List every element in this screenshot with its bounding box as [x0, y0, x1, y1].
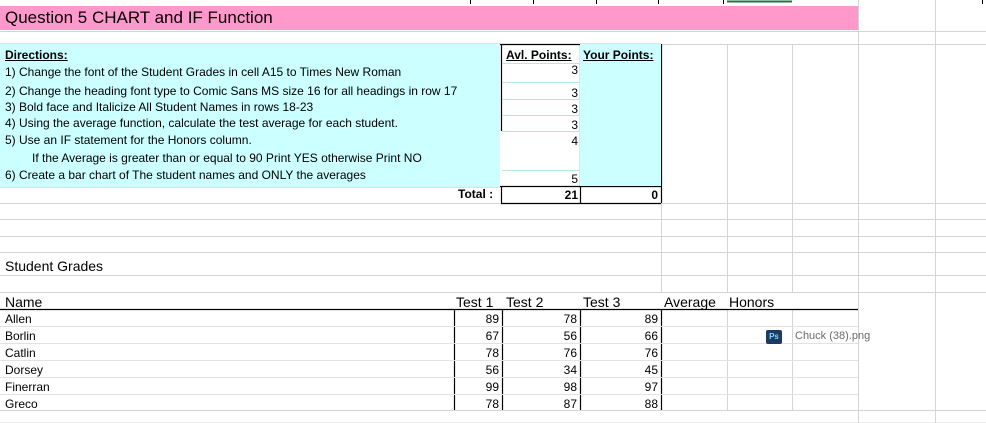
student-name-cell[interactable]: Borlin	[5, 329, 36, 343]
available-points-cell[interactable]: 3	[540, 86, 578, 101]
direction-line[interactable]: 3) Bold face and Italicize All Student N…	[5, 100, 313, 115]
test3-cell[interactable]: 97	[618, 380, 658, 394]
test1-cell[interactable]: 78	[459, 397, 499, 411]
available-points-cell[interactable]: 5	[540, 172, 578, 187]
header-test2[interactable]: Test 2	[506, 294, 543, 310]
available-points-cell[interactable]: 3	[540, 118, 578, 133]
test2-cell[interactable]: 78	[537, 312, 577, 326]
available-points-cell[interactable]: 4	[540, 134, 578, 149]
test2-cell[interactable]: 34	[537, 363, 577, 377]
test1-cell[interactable]: 99	[459, 380, 499, 394]
available-points-cell[interactable]: 3	[540, 102, 578, 117]
test2-cell[interactable]: 76	[537, 346, 577, 360]
total-available-points[interactable]: 21	[540, 188, 578, 203]
test3-cell[interactable]: 88	[618, 397, 658, 411]
photoshop-icon[interactable]: Ps	[766, 330, 782, 344]
student-name-cell[interactable]: Allen	[5, 312, 32, 326]
student-name-cell[interactable]: Finerran	[5, 380, 50, 394]
direction-line[interactable]: 2) Change the heading font type to Comic…	[5, 84, 457, 99]
student-name-cell[interactable]: Catlin	[5, 346, 36, 360]
test1-cell[interactable]: 56	[459, 363, 499, 377]
test1-cell[interactable]: 78	[459, 346, 499, 360]
your-points-header[interactable]: Your Points:	[583, 48, 653, 62]
sheet-title[interactable]: Question 5 CHART and IF Function	[5, 8, 273, 28]
direction-line[interactable]: 5) Use an IF statement for the Honors co…	[5, 133, 252, 148]
header-test1[interactable]: Test 1	[456, 294, 493, 310]
header-test3[interactable]: Test 3	[583, 294, 620, 310]
header-honors[interactable]: Honors	[729, 294, 774, 310]
direction-line[interactable]: 1) Change the font of the Student Grades…	[5, 65, 401, 80]
total-label[interactable]: Total :	[458, 187, 493, 201]
floating-file-name[interactable]: Chuck (38).png	[795, 330, 870, 342]
header-name[interactable]: Name	[5, 294, 42, 310]
test2-cell[interactable]: 98	[537, 380, 577, 394]
test2-cell[interactable]: 56	[537, 329, 577, 343]
test1-cell[interactable]: 89	[459, 312, 499, 326]
total-your-points[interactable]: 0	[620, 188, 658, 203]
test3-cell[interactable]: 45	[618, 363, 658, 377]
test1-cell[interactable]: 67	[459, 329, 499, 343]
student-name-cell[interactable]: Greco	[5, 397, 38, 411]
student-name-cell[interactable]: Dorsey	[5, 363, 43, 377]
direction-line[interactable]: 6) Create a bar chart of The student nam…	[5, 168, 366, 183]
direction-line[interactable]: If the Average is greater than or equal …	[32, 151, 422, 166]
test2-cell[interactable]: 87	[537, 397, 577, 411]
direction-line[interactable]: 4) Using the average function, calculate…	[5, 116, 398, 131]
directions-heading[interactable]: Directions:	[5, 48, 68, 62]
test3-cell[interactable]: 76	[618, 346, 658, 360]
student-grades-title[interactable]: Student Grades	[5, 258, 103, 274]
test3-cell[interactable]: 89	[618, 312, 658, 326]
available-points-header[interactable]: Avl. Points:	[506, 48, 572, 62]
header-average[interactable]: Average	[664, 294, 716, 310]
your-points-background	[580, 44, 661, 186]
test3-cell[interactable]: 66	[618, 329, 658, 343]
available-points-cell[interactable]: 3	[540, 63, 578, 78]
